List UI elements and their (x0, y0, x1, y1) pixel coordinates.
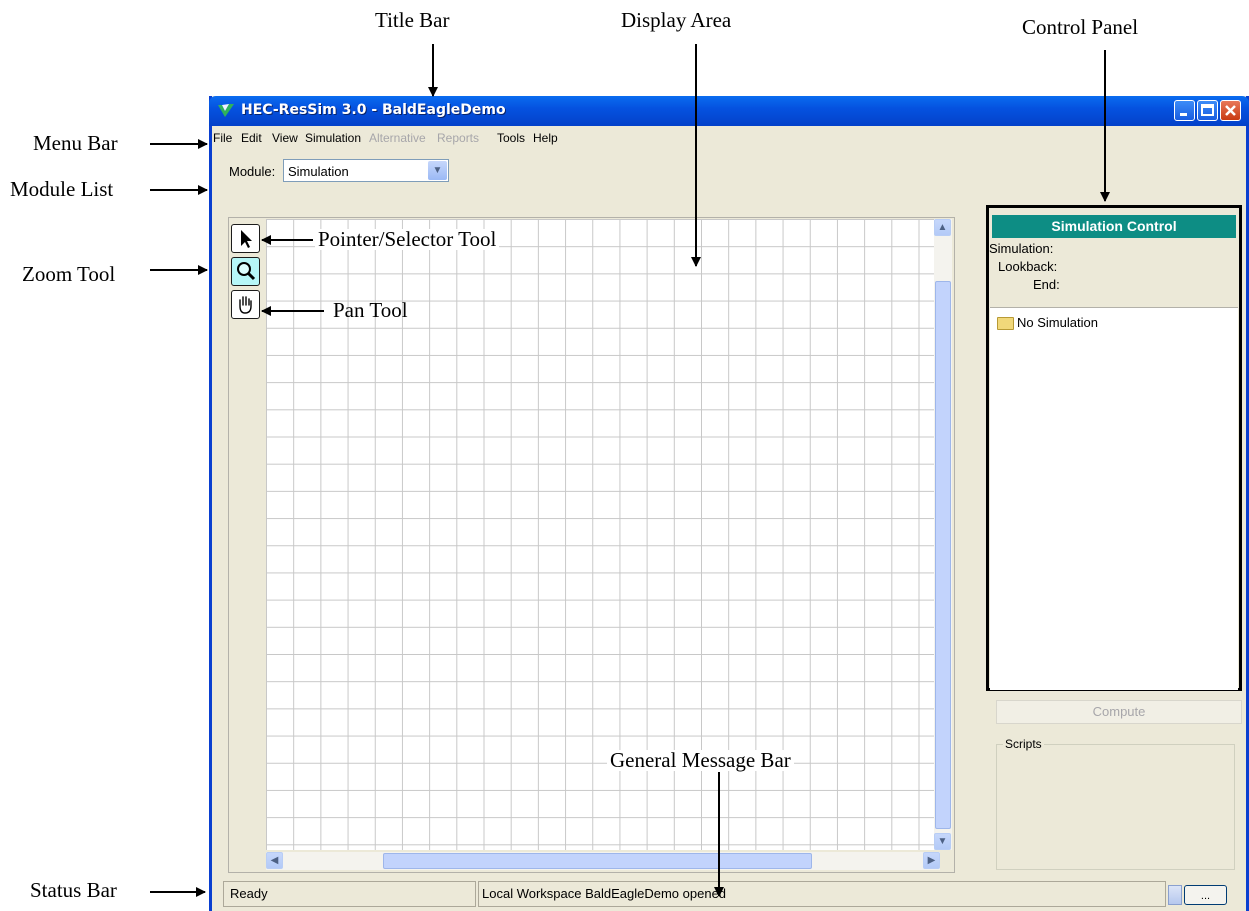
scroll-left-button[interactable]: ◀ (266, 852, 283, 869)
scroll-down-button[interactable]: ▼ (934, 833, 951, 850)
scripts-group: Scripts (996, 737, 1235, 870)
window-title: HEC-ResSim 3.0 - BaldEagleDemo (241, 102, 506, 118)
simulation-label: Simulation: (989, 241, 1054, 256)
pointer-icon (241, 230, 252, 248)
general-message-bar: Local Workspace BaldEagleDemo opened (478, 881, 1166, 907)
module-select[interactable]: Simulation ▼ (283, 159, 449, 182)
callout-menu-bar: Menu Bar (33, 131, 118, 155)
pan-tool-button[interactable] (231, 290, 260, 319)
menu-help[interactable]: Help (533, 131, 558, 145)
callout-general-message-bar: General Message Bar (607, 750, 794, 771)
callout-pointer-tool: Pointer/Selector Tool (315, 229, 500, 250)
folder-icon (997, 317, 1014, 330)
compute-button[interactable]: Compute (996, 700, 1242, 724)
maximize-button[interactable] (1197, 100, 1218, 121)
menu-alternative[interactable]: Alternative (369, 131, 426, 145)
callout-pan-tool: Pan Tool (333, 298, 408, 322)
menu-simulation[interactable]: Simulation (305, 131, 361, 145)
minimize-button[interactable] (1174, 100, 1195, 121)
hand-icon (239, 296, 252, 314)
minimize-icon (1180, 113, 1187, 116)
chevron-down-icon[interactable]: ▼ (428, 161, 447, 180)
map-toolbar (229, 218, 266, 852)
close-icon (1225, 105, 1236, 116)
more-messages-button[interactable]: ... (1184, 885, 1227, 905)
tree-item-no-simulation[interactable]: No Simulation (1017, 315, 1098, 330)
magnifier-icon (237, 262, 256, 281)
module-value: Simulation (288, 164, 349, 179)
callout-module-list: Module List (10, 177, 114, 201)
callout-control-panel: Control Panel (1022, 15, 1139, 39)
menu-tools[interactable]: Tools (497, 131, 525, 145)
status-state: Ready (223, 881, 476, 907)
app-window: HEC-ResSim 3.0 - BaldEagleDemo File Edit… (209, 96, 1249, 911)
menu-bar: File Edit View Simulation Alternative Re… (212, 126, 1246, 148)
scripts-label: Scripts (1003, 737, 1044, 751)
menu-file[interactable]: File (213, 131, 232, 145)
callout-title-bar: Title Bar (375, 8, 450, 32)
simulation-control-header: Simulation Control (992, 215, 1236, 238)
title-bar[interactable]: HEC-ResSim 3.0 - BaldEagleDemo (209, 96, 1249, 126)
end-label: End: (1033, 277, 1060, 292)
status-bar: Ready Local Workspace BaldEagleDemo open… (212, 879, 1246, 909)
menu-edit[interactable]: Edit (241, 131, 262, 145)
control-panel: Simulation Control Simulation: Lookback:… (986, 205, 1242, 691)
app-icon (218, 104, 234, 117)
pointer-tool-button[interactable] (231, 224, 260, 253)
scroll-up-button[interactable]: ▲ (934, 219, 951, 236)
callout-display-area: Display Area (621, 8, 732, 32)
vertical-scroll-thumb[interactable] (935, 281, 951, 829)
maximize-icon (1201, 104, 1214, 116)
menu-reports[interactable]: Reports (437, 131, 479, 145)
horizontal-scroll-thumb[interactable] (383, 853, 812, 869)
simulation-tree[interactable]: No Simulation (990, 307, 1238, 690)
zoom-tool-button[interactable] (231, 257, 260, 286)
callout-zoom-tool: Zoom Tool (22, 262, 116, 286)
message-scroll-spinner[interactable] (1168, 885, 1182, 905)
scroll-right-button[interactable]: ▶ (923, 852, 940, 869)
close-button[interactable] (1220, 100, 1241, 121)
callout-status-bar: Status Bar (30, 878, 117, 902)
menu-view[interactable]: View (272, 131, 298, 145)
horizontal-scrollbar[interactable]: ◀ ▶ (266, 852, 940, 870)
lookback-label: Lookback: (998, 259, 1058, 274)
vertical-scrollbar[interactable]: ▲ ▼ (934, 219, 952, 850)
module-label: Module: (229, 164, 276, 179)
